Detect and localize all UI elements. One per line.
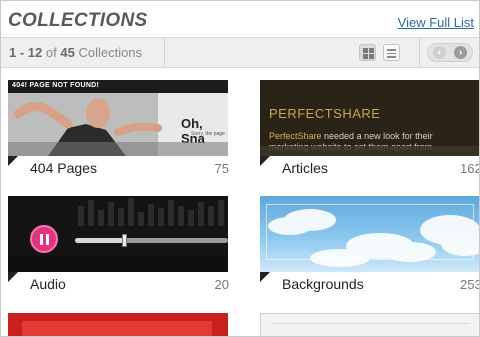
collection-thumbnail[interactable]: PERFECTSHARE PerfectShare needed a new l… bbox=[260, 80, 479, 156]
list-view-icon[interactable] bbox=[383, 44, 400, 61]
collection-card-partial[interactable] bbox=[260, 313, 479, 336]
page-title: COLLECTIONS bbox=[8, 10, 148, 31]
collection-thumbnail[interactable]: 404! PAGE NOT FOUND! Oh, Sna Sorry, the … bbox=[8, 80, 228, 156]
thumb-heading: PERFECTSHARE bbox=[269, 106, 381, 121]
collection-name[interactable]: Articles bbox=[282, 160, 328, 176]
results-range: 1 - 12 of 45 Collections bbox=[9, 45, 142, 60]
next-page-icon[interactable]: › bbox=[454, 46, 467, 59]
card-tab-notch bbox=[8, 272, 18, 282]
audio-progress-handle[interactable] bbox=[121, 234, 127, 247]
collection-name[interactable]: Audio bbox=[30, 276, 66, 292]
collection-card-404-pages[interactable]: 404! PAGE NOT FOUND! Oh, Sna Sorry, the … bbox=[8, 80, 229, 180]
collection-card-audio[interactable]: Audio 20 bbox=[8, 196, 229, 296]
collection-thumbnail[interactable] bbox=[260, 196, 479, 272]
range-dash: - bbox=[16, 45, 28, 60]
pager: ‹ › bbox=[427, 43, 473, 62]
collection-thumbnail[interactable] bbox=[260, 313, 479, 336]
prev-page-icon[interactable]: ‹ bbox=[433, 46, 446, 59]
collection-name[interactable]: 404 Pages bbox=[30, 160, 97, 176]
card-tab-notch bbox=[8, 156, 18, 166]
collection-card-backgrounds[interactable]: Backgrounds 253 bbox=[260, 196, 480, 296]
collection-thumbnail[interactable] bbox=[8, 196, 228, 272]
range-end: 12 bbox=[27, 45, 43, 60]
card-tab-notch bbox=[260, 272, 270, 282]
view-full-list-link[interactable]: View Full List bbox=[398, 15, 474, 30]
thumb-brand: PerfectShare bbox=[269, 131, 322, 141]
collections-toolbar: 1 - 12 of 45 Collections ‹ › bbox=[1, 37, 479, 68]
collection-thumbnail[interactable] bbox=[8, 313, 228, 336]
grid-view-icon[interactable] bbox=[359, 44, 376, 61]
pause-button-icon[interactable] bbox=[30, 225, 58, 253]
toolbar-divider bbox=[164, 38, 165, 67]
collection-card-articles[interactable]: PERFECTSHARE PerfectShare needed a new l… bbox=[260, 80, 480, 180]
collection-name[interactable]: Backgrounds bbox=[282, 276, 364, 292]
collections-label: Collections bbox=[78, 45, 143, 60]
collection-count: 253 bbox=[460, 277, 480, 292]
audio-progress-fill bbox=[75, 238, 124, 243]
thumb-subline: Sorry, the page bbox=[191, 131, 225, 137]
total-count: 45 bbox=[60, 45, 75, 60]
collection-count: 20 bbox=[214, 277, 229, 292]
card-tab-notch bbox=[260, 156, 270, 166]
collection-card-partial[interactable] bbox=[8, 313, 229, 336]
audio-progress-track[interactable] bbox=[75, 234, 228, 247]
collection-count: 75 bbox=[214, 161, 229, 176]
toolbar-divider bbox=[419, 38, 420, 67]
collection-count: 162 bbox=[460, 161, 480, 176]
collections-panel: COLLECTIONS View Full List 1 - 12 of 45 … bbox=[0, 0, 480, 337]
of-label: of bbox=[45, 45, 57, 60]
